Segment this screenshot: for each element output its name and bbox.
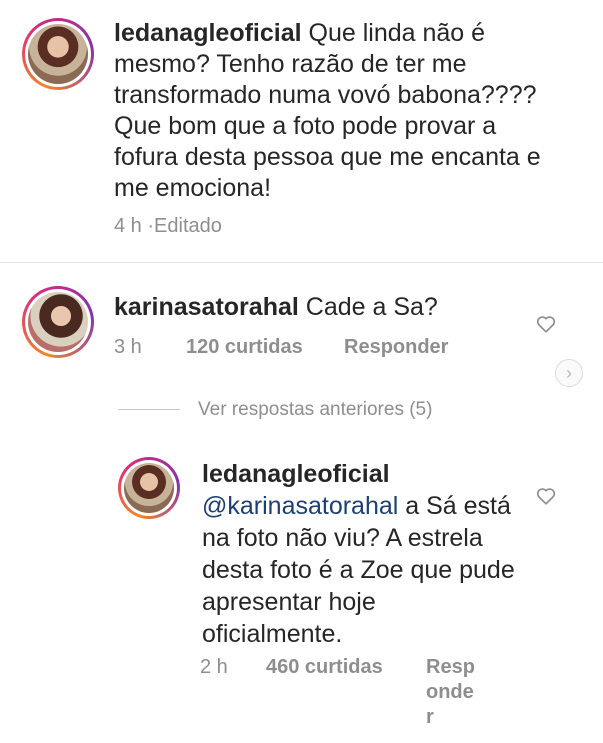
reply-caption: ledanagleoficial @karinasatorahal a Sá e… <box>202 458 515 650</box>
profile-photo <box>124 463 174 513</box>
heart-outline-icon[interactable] <box>535 313 557 335</box>
comment-username[interactable]: ledanagleoficial <box>114 19 302 47</box>
heart-outline-icon[interactable] <box>535 485 557 507</box>
comment-text-line: Que bom que a foto pode provar a <box>114 112 497 140</box>
avatar-karinasatorahal[interactable] <box>22 286 94 358</box>
comment-meta: 3 h <box>114 336 142 359</box>
replies-line <box>118 409 180 410</box>
comment-text-line: transformado numa vovó babona???? <box>114 81 537 109</box>
comment-caption: ledanagleoficial Que linda não é mesmo? … <box>114 18 541 204</box>
comment-username[interactable]: karinasatorahal <box>114 293 299 321</box>
chevron-right-icon[interactable]: › <box>555 359 583 387</box>
edited-label: Editado <box>154 215 222 237</box>
comment-text-line: me emociona! <box>114 174 272 202</box>
mention-link[interactable]: @karinasatorahal <box>202 492 398 520</box>
profile-photo <box>28 24 88 84</box>
reply-button[interactable]: Resp onde r <box>426 655 475 730</box>
avatar-ledanagleoficial[interactable] <box>118 457 180 519</box>
reply-meta: 2 h <box>200 656 228 679</box>
comment-text-line: fofura desta pessoa que me encanta e <box>114 143 541 171</box>
reply-text-line: oficialmente. <box>202 620 343 648</box>
comment-time: 4 h <box>114 215 142 237</box>
reply-button[interactable]: Responder <box>344 336 448 359</box>
reply-text-line: apresentar hoje <box>202 588 376 616</box>
likes-count-text: 120 curtidas <box>186 336 303 358</box>
reply-text-line: a Sá está <box>398 492 511 520</box>
profile-photo <box>28 292 88 352</box>
reply-username[interactable]: ledanagleoficial <box>202 458 515 490</box>
reply-button-label: Resp <box>426 656 475 678</box>
view-previous-replies[interactable]: Ver respostas anteriores (5) <box>198 399 432 421</box>
reply-button-label: Responder <box>344 336 449 358</box>
reply-button-label: r <box>426 706 434 728</box>
reply-button-label: onde <box>426 681 474 703</box>
comment-text-line: Cade a Sa? <box>298 293 438 321</box>
comment-meta: 4 h ·Editado <box>114 215 222 238</box>
avatar-ledanagleoficial[interactable] <box>22 18 94 90</box>
comment-text-line: Que linda não é <box>301 19 486 47</box>
reply-text-line: desta foto é a Zoe que pude <box>202 556 515 584</box>
comment-caption: karinasatorahal Cade a Sa? <box>114 292 438 323</box>
likes-count[interactable]: 460 curtidas <box>266 656 383 679</box>
reply-time: 2 h <box>200 656 228 678</box>
reply-text-line: na foto não viu? A estrela <box>202 524 483 552</box>
comment-time: 3 h <box>114 336 142 358</box>
divider <box>0 262 603 263</box>
comment-text-line: mesmo? Tenho razão de ter me <box>114 50 467 78</box>
likes-count[interactable]: 120 curtidas <box>186 336 303 359</box>
likes-count-text: 460 curtidas <box>266 656 383 678</box>
